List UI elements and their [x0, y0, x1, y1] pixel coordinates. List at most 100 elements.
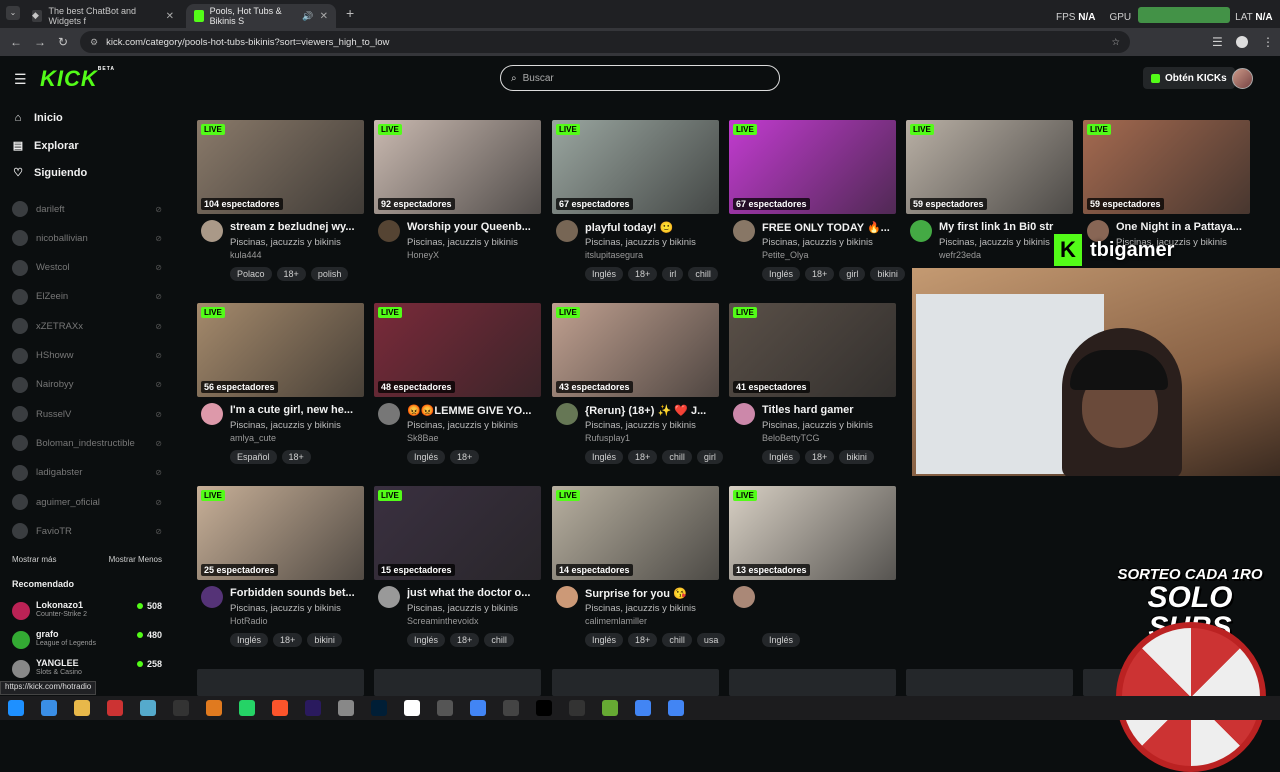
stream-card[interactable]: LIVE 59 espectadores My first link 1n Bi0 …	[906, 120, 1073, 290]
tag-chip[interactable]: chill	[662, 450, 692, 464]
unity-icon[interactable]	[503, 700, 519, 716]
tag-chip[interactable]: 18+	[805, 267, 835, 281]
streamer-avatar[interactable]	[378, 220, 400, 242]
followed-channel[interactable]: nicoballivian ⊘	[12, 228, 162, 248]
stream-title[interactable]: stream z bezludnej wy...	[230, 221, 364, 233]
sidebar-item-inicio[interactable]: ⌂ Inicio	[12, 112, 63, 124]
user-avatar[interactable]	[1232, 68, 1253, 89]
stream-card[interactable]: LIVE 48 espectadores 😡😡LEMME GIVE YO... Pis…	[374, 303, 541, 473]
tag-chip[interactable]: chill	[688, 267, 718, 281]
stream-card[interactable]: LIVE 67 espectadores FREE ONLY TODAY 🔥... P…	[729, 120, 905, 290]
streamer-name[interactable]: BeloBettyTCG	[762, 433, 820, 443]
chrome-icon[interactable]	[635, 700, 651, 716]
tag-chip[interactable]: Inglés	[585, 450, 624, 464]
profile-icon[interactable]	[1236, 36, 1248, 48]
app-icon[interactable]	[338, 700, 354, 716]
tag-chip[interactable]: Inglés	[762, 633, 801, 647]
copilot-icon[interactable]	[41, 700, 57, 716]
stream-thumbnail[interactable]: LIVE 41 espectadores	[729, 303, 896, 397]
stream-category[interactable]: Piscinas, jacuzzis y bikinis	[585, 237, 696, 248]
stream-thumbnail[interactable]: LIVE 13 espectadores	[729, 486, 896, 580]
stream-thumbnail[interactable]: LIVE 92 espectadores	[374, 120, 541, 214]
stream-card[interactable]: LIVE 56 espectadores I'm a cute girl, new …	[197, 303, 364, 473]
stream-card-partial[interactable]	[552, 669, 719, 696]
close-icon[interactable]: ✕	[166, 11, 174, 22]
streamer-avatar[interactable]	[201, 403, 223, 425]
stream-category[interactable]: Piscinas, jacuzzis y bikinis	[762, 237, 873, 248]
forward-icon[interactable]: →	[34, 35, 46, 49]
stream-title[interactable]: Forbidden sounds bet...	[230, 587, 364, 599]
app-icon[interactable]	[140, 700, 156, 716]
stream-title[interactable]: 😡😡LEMME GIVE YO...	[407, 404, 541, 417]
stream-card-partial[interactable]	[906, 669, 1073, 696]
followed-channel[interactable]: ElZeein ⊘	[12, 287, 162, 307]
followed-channel[interactable]: Westcol ⊘	[12, 258, 162, 278]
stream-card[interactable]: LIVE 15 espectadores just what the doctor …	[374, 486, 541, 656]
followed-channel[interactable]: xZETRAXx ⊘	[12, 316, 162, 336]
stream-title[interactable]: playful today! 🙂	[585, 221, 719, 234]
tag-chip[interactable]: polish	[310, 267, 349, 281]
files-icon[interactable]	[74, 700, 90, 716]
stream-category[interactable]: Piscinas, jacuzzis y bikinis	[230, 237, 341, 248]
blender-icon[interactable]	[206, 700, 222, 716]
streamer-avatar[interactable]	[378, 403, 400, 425]
streamer-name[interactable]: wefr23eda	[939, 250, 981, 260]
followed-channel[interactable]: RusselV ⊘	[12, 404, 162, 424]
stream-card-partial[interactable]	[197, 669, 364, 696]
tag-chip[interactable]: chill	[484, 633, 514, 647]
back-icon[interactable]: ←	[10, 35, 22, 49]
speaker-icon[interactable]: 🔊	[302, 11, 313, 22]
stream-thumbnail[interactable]: LIVE 67 espectadores	[552, 120, 719, 214]
tag-chip[interactable]: Inglés	[585, 267, 624, 281]
streamer-name[interactable]: Rufusplay1	[585, 433, 630, 443]
premiere-icon[interactable]	[305, 700, 321, 716]
tag-chip[interactable]: chill	[662, 633, 692, 647]
stream-category[interactable]: Piscinas, jacuzzis y bikinis	[407, 420, 518, 431]
stream-card[interactable]: LIVE 25 espectadores Forbidden sounds bet.…	[197, 486, 364, 656]
tag-chip[interactable]: Polaco	[230, 267, 272, 281]
tag-chip[interactable]: Inglés	[762, 267, 801, 281]
stream-title[interactable]: My first link 1n Bi0 str	[939, 221, 1073, 233]
tag-chip[interactable]: bikini	[307, 633, 342, 647]
browser-tab-chatbot[interactable]: ◆ The best ChatBot and Widgets f ✕	[24, 4, 182, 28]
streamer-avatar[interactable]	[556, 403, 578, 425]
tag-chip[interactable]: usa	[696, 633, 726, 647]
hamburger-menu-icon[interactable]: ☰	[14, 71, 27, 88]
followed-channel[interactable]: aguimer_oficial ⊘	[12, 492, 162, 512]
stream-category[interactable]: Piscinas, jacuzzis y bikinis	[230, 420, 341, 431]
streamer-name[interactable]: kula444	[230, 250, 262, 260]
stream-thumbnail[interactable]: LIVE 48 espectadores	[374, 303, 541, 397]
stream-thumbnail[interactable]: LIVE 59 espectadores	[1083, 120, 1250, 214]
stream-card[interactable]: LIVE 92 espectadores Worship your Queenb..…	[374, 120, 541, 290]
app-icon[interactable]	[437, 700, 453, 716]
stream-thumbnail[interactable]: LIVE 59 espectadores	[906, 120, 1073, 214]
tag-chip[interactable]: 18+	[276, 267, 306, 281]
streamer-name[interactable]: calimemlamiller	[585, 616, 647, 626]
kick-logo[interactable]: KICKBETA	[40, 66, 115, 92]
streamer-avatar[interactable]	[733, 220, 755, 242]
tag-chip[interactable]: bikini	[839, 450, 874, 464]
get-kicks-button[interactable]: Obtén KICKs	[1143, 67, 1235, 89]
stream-card-partial[interactable]	[374, 669, 541, 696]
tag-chip[interactable]: Español	[230, 450, 277, 464]
reload-icon[interactable]: ↻	[58, 35, 68, 49]
tag-chip[interactable]: 18+	[628, 267, 658, 281]
chrome-icon[interactable]	[470, 700, 486, 716]
stream-card-partial[interactable]	[729, 669, 896, 696]
stream-category[interactable]: Piscinas, jacuzzis y bikinis	[939, 237, 1050, 248]
recommended-channel[interactable]: YANGLEE Slots & Casino 258	[12, 658, 162, 682]
followed-channel[interactable]: Boloman_indestructible ⊘	[12, 433, 162, 453]
close-icon[interactable]: ✕	[320, 11, 328, 22]
stream-category[interactable]: Piscinas, jacuzzis y bikinis	[407, 603, 518, 614]
streamer-avatar[interactable]	[201, 586, 223, 608]
stream-category[interactable]: Piscinas, jacuzzis y bikinis	[230, 603, 341, 614]
tag-chip[interactable]: 18+	[450, 450, 480, 464]
tag-chip[interactable]: 18+	[273, 633, 303, 647]
tag-chip[interactable]: 18+	[281, 450, 311, 464]
followed-channel[interactable]: HShoww ⊘	[12, 346, 162, 366]
new-tab-button[interactable]: +	[346, 5, 354, 21]
app-icon[interactable]	[602, 700, 618, 716]
streamer-name[interactable]: Petite_Olya	[762, 250, 809, 260]
stream-title[interactable]: FREE ONLY TODAY 🔥...	[762, 221, 896, 234]
stream-thumbnail[interactable]: LIVE 67 espectadores	[729, 120, 896, 214]
